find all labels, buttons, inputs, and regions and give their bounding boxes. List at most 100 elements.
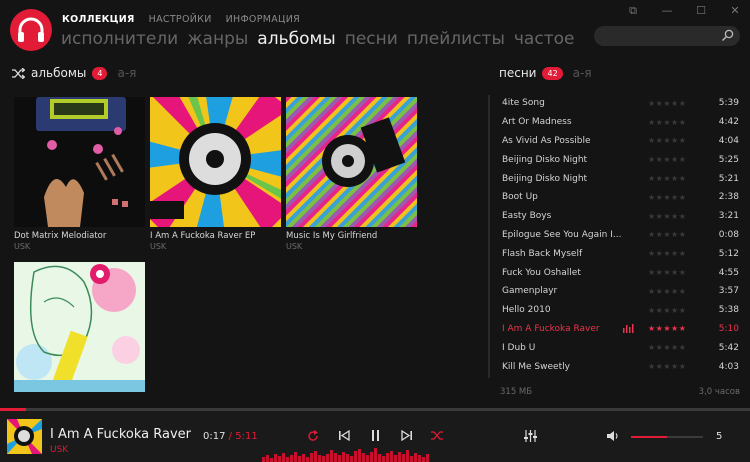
rating-stars[interactable]: ★★★★★	[648, 249, 686, 258]
visualizer-bar	[390, 451, 393, 462]
rating-stars[interactable]: ★★★★★	[648, 136, 686, 145]
visualizer-bar	[286, 457, 289, 462]
song-row[interactable]: Hello 2010 ★★★★★ 5:38	[488, 301, 744, 320]
song-row[interactable]: Flash Back Myself ★★★★★ 5:12	[488, 244, 744, 263]
visualizer-bar	[402, 454, 405, 462]
tab-genres[interactable]: жанры	[187, 29, 248, 49]
song-duration: 5:10	[718, 323, 739, 334]
song-row[interactable]: I Dub U ★★★★★ 5:42	[488, 338, 744, 357]
equalizer-settings-icon[interactable]	[524, 430, 537, 442]
song-row[interactable]: Gamenplayr ★★★★★ 3:57	[488, 282, 744, 301]
visualizer-bar	[270, 458, 273, 462]
visualizer-bar	[394, 455, 397, 462]
nav-info[interactable]: ИНФОРМАЦИЯ	[226, 14, 300, 25]
album-cover[interactable]	[150, 97, 281, 227]
miniplayer-icon[interactable]: ⧉	[626, 4, 640, 18]
tab-songs[interactable]: песни	[345, 29, 398, 49]
rating-stars[interactable]: ★★★★★	[648, 99, 686, 108]
visualizer-bar	[338, 455, 341, 462]
rating-stars[interactable]: ★★★★★	[648, 324, 686, 333]
song-name: Kill Me Sweetly	[502, 361, 570, 372]
tab-playlists[interactable]: плейлисты	[407, 29, 505, 49]
now-playing-cover[interactable]	[7, 419, 42, 454]
album-card[interactable]: Music Is My Girlfriend USK	[286, 97, 417, 251]
player-bar: I Am A Fuckoka Raver USK 0:17 / 5:11 5	[0, 411, 750, 462]
song-name: Gamenplayr	[502, 286, 558, 297]
visualizer-bar	[274, 454, 277, 462]
songs-count-badge: 42	[542, 66, 563, 80]
albums-header: альбомы 4 а-я	[12, 66, 136, 80]
visualizer-bar	[422, 457, 425, 462]
album-card[interactable]: Dot Matrix Melodiator USK	[14, 97, 145, 251]
song-name: Easty Boys	[502, 211, 552, 222]
search-input[interactable]	[594, 26, 740, 46]
song-row[interactable]: Boot Up ★★★★★ 2:38	[488, 188, 744, 207]
visualizer-bar	[278, 456, 281, 462]
song-name: Epilogue See You Again I...	[502, 229, 622, 240]
songs-sort-toggle[interactable]: а-я	[573, 66, 592, 80]
tab-artists[interactable]: исполнители	[61, 29, 178, 49]
song-row-now-playing[interactable]: I Am A Fuckoka Raver ★★★★★ 5:10	[488, 320, 744, 339]
song-duration: 4:42	[718, 117, 739, 128]
rating-stars[interactable]: ★★★★★	[648, 343, 686, 352]
maximize-icon[interactable]: ☐	[694, 4, 708, 18]
rating-stars[interactable]: ★★★★★	[648, 230, 686, 239]
tab-albums[interactable]: альбомы	[257, 29, 335, 49]
visualizer-bar	[294, 452, 297, 462]
pause-icon[interactable]	[371, 430, 381, 441]
rating-stars[interactable]: ★★★★★	[648, 306, 686, 315]
album-cover[interactable]	[286, 97, 417, 227]
next-icon[interactable]	[401, 430, 412, 441]
song-duration: 4:55	[718, 267, 739, 278]
search-icon[interactable]	[721, 29, 734, 42]
song-duration: 5:39	[718, 98, 739, 109]
song-duration: 5:12	[718, 248, 739, 259]
song-name: Beijing Disko Night	[502, 154, 588, 165]
song-duration: 3:57	[718, 286, 739, 297]
song-row[interactable]: Fuck You Oshallet ★★★★★ 4:55	[488, 263, 744, 282]
album-card[interactable]: I Am A Fuckoka Raver EP USK	[150, 97, 281, 251]
song-list: 4ite Song ★★★★★ 5:39 Art Or Madness ★★★★★ 4:…	[488, 94, 744, 376]
rating-stars[interactable]: ★★★★★	[648, 174, 686, 183]
tab-frequent[interactable]: частое	[514, 29, 575, 49]
song-duration: 5:21	[718, 173, 739, 184]
visualizer-bar	[374, 448, 377, 462]
song-row[interactable]: Easty Boys ★★★★★ 3:21	[488, 207, 744, 226]
rating-stars[interactable]: ★★★★★	[648, 193, 686, 202]
song-row[interactable]: Epilogue See You Again I... ★★★★★ 0:08	[488, 226, 744, 245]
volume-icon[interactable]	[607, 430, 621, 442]
song-row[interactable]: Beijing Disko Night ★★★★★ 5:25	[488, 150, 744, 169]
nav-collection[interactable]: КОЛЛЕКЦИЯ	[62, 14, 135, 25]
album-cover[interactable]	[14, 97, 145, 227]
rating-stars[interactable]: ★★★★★	[648, 212, 686, 221]
shuffle-icon[interactable]	[12, 67, 25, 79]
albums-sort-toggle[interactable]: а-я	[117, 66, 136, 80]
song-name: 4ite Song	[502, 98, 545, 109]
album-title: I Am A Fuckoka Raver EP	[150, 231, 256, 241]
now-playing-artist[interactable]: USK	[50, 445, 68, 455]
rating-stars[interactable]: ★★★★★	[648, 268, 686, 277]
rating-stars[interactable]: ★★★★★	[648, 362, 686, 371]
album-card[interactable]	[14, 262, 145, 392]
repeat-icon[interactable]	[307, 430, 319, 442]
song-row[interactable]: As Vivid As Possible ★★★★★ 4:04	[488, 132, 744, 151]
close-icon[interactable]: ✕	[728, 4, 742, 18]
song-row[interactable]: Beijing Disko Night ★★★★★ 5:21	[488, 169, 744, 188]
album-cover[interactable]	[14, 262, 145, 392]
song-row[interactable]: 4ite Song ★★★★★ 5:39	[488, 94, 744, 113]
song-row[interactable]: Kill Me Sweetly ★★★★★ 4:03	[488, 357, 744, 376]
volume-slider[interactable]	[631, 436, 703, 438]
visualizer-bar	[310, 453, 313, 462]
songs-title: песни	[499, 66, 537, 80]
time-separator: /	[228, 431, 233, 442]
rating-stars[interactable]: ★★★★★	[648, 287, 686, 296]
shuffle-icon[interactable]	[431, 430, 444, 441]
previous-icon[interactable]	[339, 430, 350, 441]
song-row[interactable]: Art Or Madness ★★★★★ 4:42	[488, 113, 744, 132]
visualizer-bar	[358, 449, 361, 462]
rating-stars[interactable]: ★★★★★	[648, 118, 686, 127]
visualizer-bar	[282, 453, 285, 462]
nav-settings[interactable]: НАСТРОЙКИ	[149, 14, 212, 25]
rating-stars[interactable]: ★★★★★	[648, 155, 686, 164]
minimize-icon[interactable]: —	[660, 4, 674, 18]
